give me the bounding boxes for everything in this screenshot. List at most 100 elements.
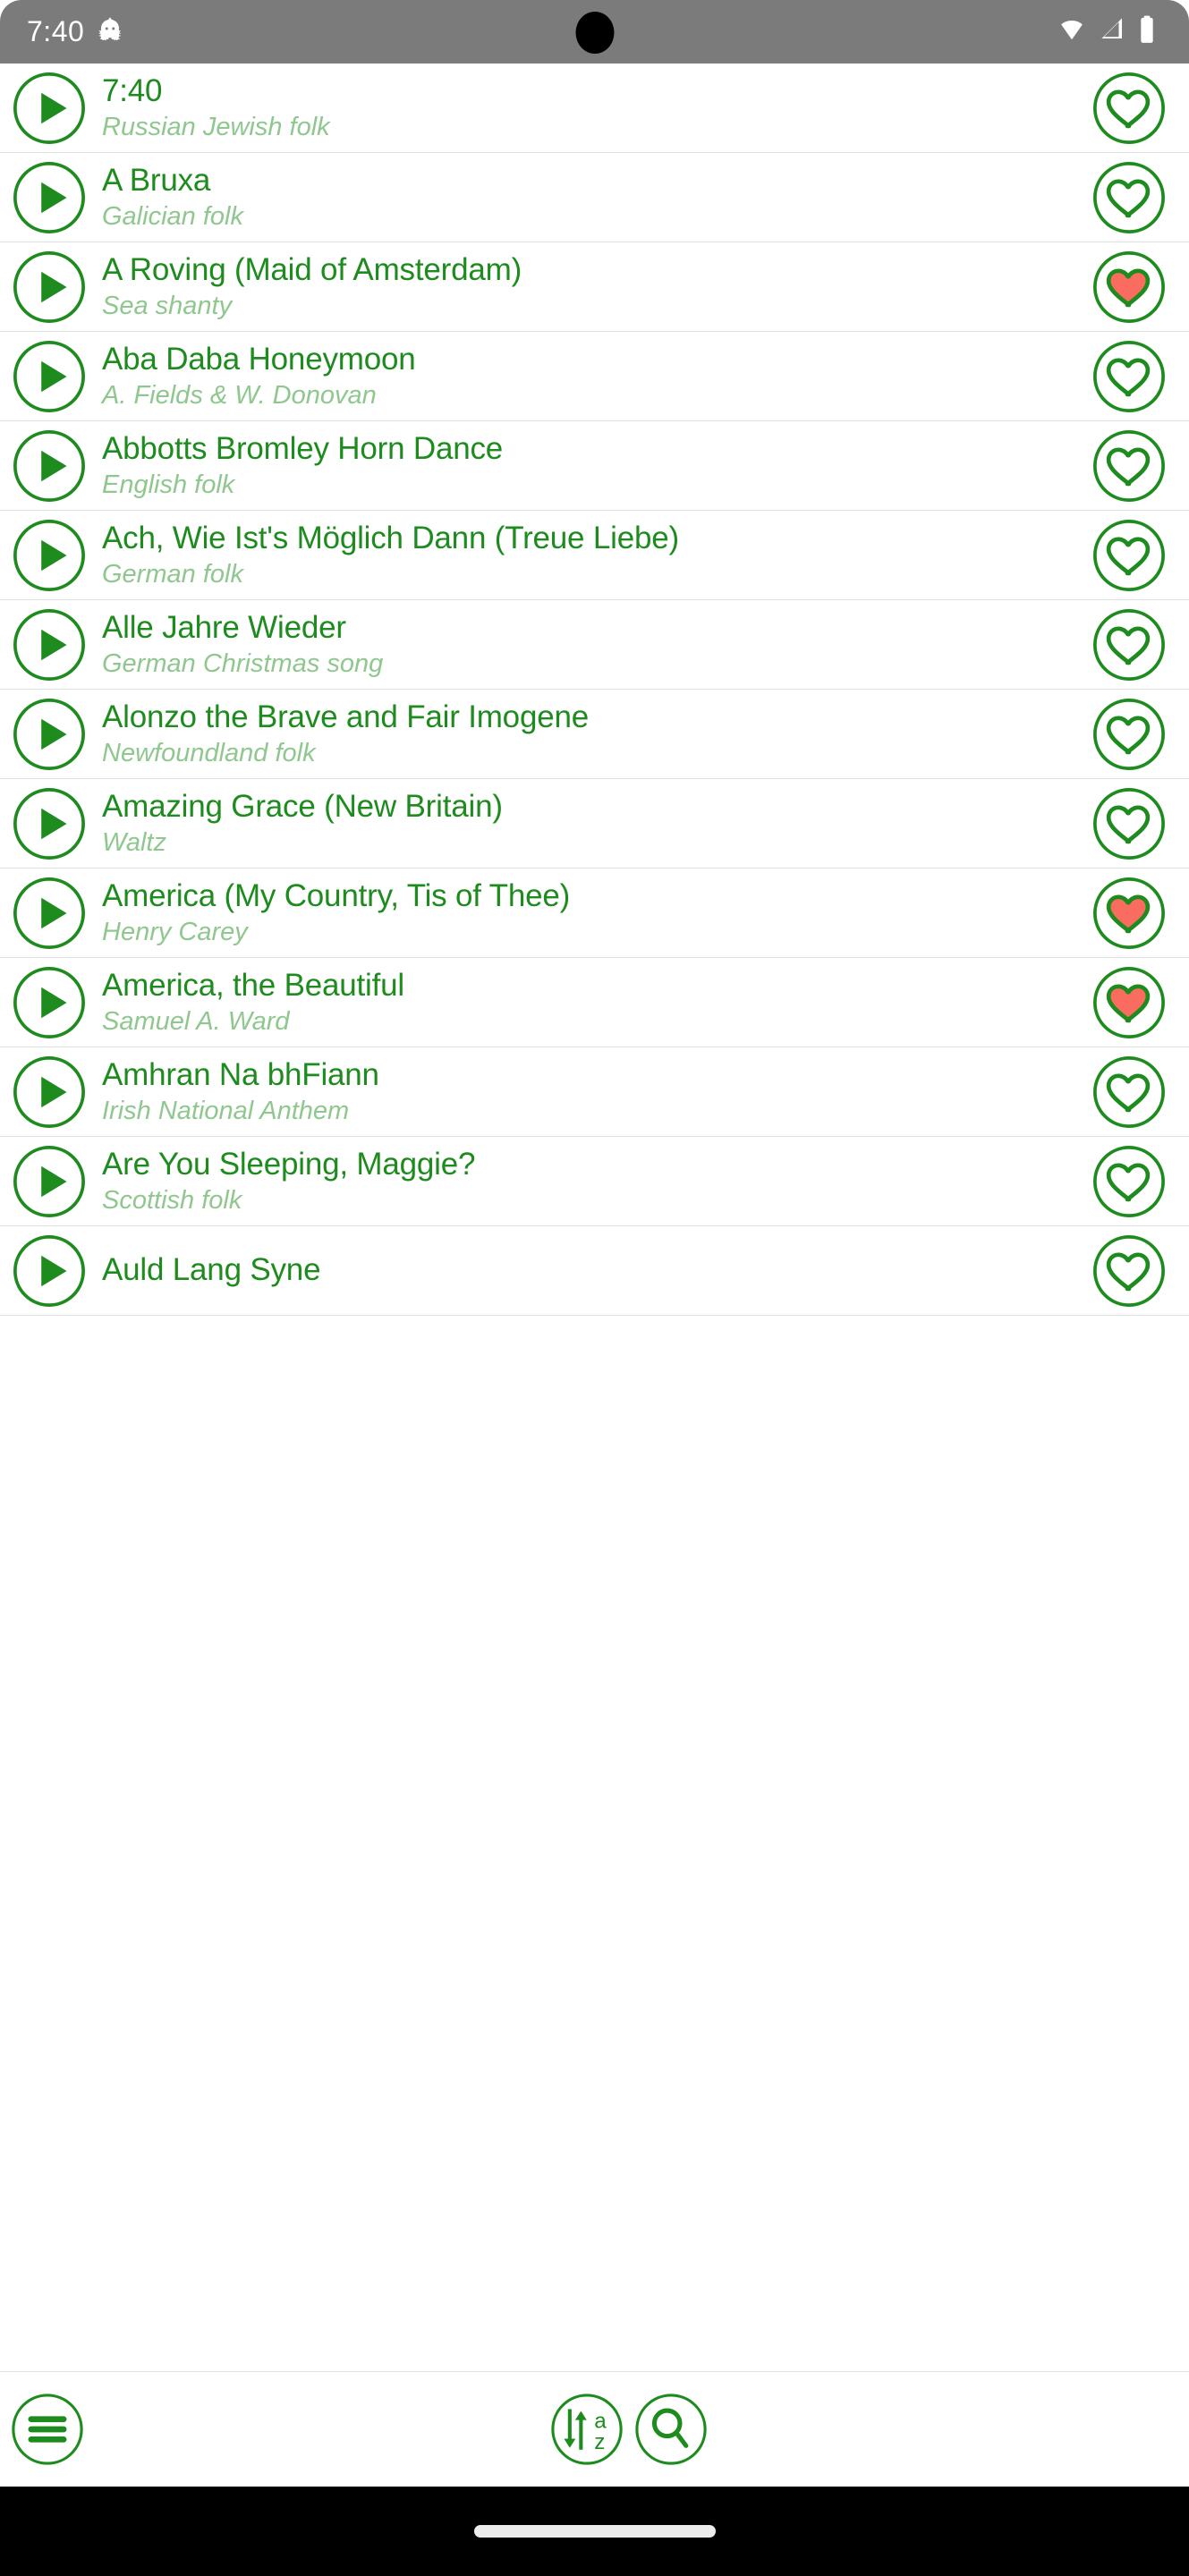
play-button[interactable] bbox=[11, 1143, 88, 1220]
play-icon bbox=[13, 161, 85, 233]
play-icon bbox=[13, 340, 85, 412]
song-title: Amazing Grace (New Britain) bbox=[102, 788, 503, 824]
song-text: Abbotts Bromley Horn Dance English folk bbox=[88, 431, 1091, 501]
play-button[interactable] bbox=[11, 338, 88, 415]
song-row[interactable]: Abbotts Bromley Horn Dance English folk bbox=[0, 421, 1189, 511]
play-icon bbox=[13, 72, 85, 144]
song-subtitle: Waltz bbox=[102, 827, 166, 857]
song-row[interactable]: Alonzo the Brave and Fair Imogene Newfoun… bbox=[0, 690, 1189, 779]
battery-icon bbox=[1139, 15, 1155, 48]
heart-outline-icon bbox=[1093, 1055, 1165, 1128]
wifi-icon bbox=[1057, 16, 1087, 47]
song-text: Auld Lang Syne bbox=[88, 1252, 1091, 1289]
song-text: America, the Beautiful Samuel A. Ward bbox=[88, 968, 1091, 1038]
sort-letter-z: z bbox=[594, 2430, 605, 2454]
song-subtitle: Russian Jewish folk bbox=[102, 112, 330, 141]
song-text: Amhran Na bhFiann Irish National Anthem bbox=[88, 1057, 1091, 1127]
song-row[interactable]: 7:40 Russian Jewish folk bbox=[0, 64, 1189, 153]
heart-outline-icon bbox=[1093, 698, 1165, 770]
hamburger-menu-icon bbox=[28, 2416, 67, 2443]
play-button[interactable] bbox=[11, 785, 88, 862]
song-text: A Bruxa Galician folk bbox=[88, 163, 1091, 233]
song-title: A Bruxa bbox=[102, 162, 211, 198]
search-button[interactable] bbox=[633, 2391, 709, 2468]
favorite-button[interactable] bbox=[1091, 338, 1168, 415]
sort-az-icon bbox=[563, 2409, 587, 2450]
heart-outline-icon bbox=[1093, 787, 1165, 860]
song-row[interactable]: Auld Lang Syne bbox=[0, 1226, 1189, 1316]
sort-button[interactable]: a z bbox=[548, 2391, 625, 2468]
favorite-button[interactable] bbox=[1091, 159, 1168, 236]
song-subtitle: Samuel A. Ward bbox=[102, 1006, 290, 1036]
song-list[interactable]: 7:40 Russian Jewish folk A Bruxa Galician f… bbox=[0, 64, 1189, 2371]
play-icon bbox=[13, 787, 85, 860]
favorite-button[interactable] bbox=[1091, 606, 1168, 683]
play-icon bbox=[13, 1234, 85, 1307]
heart-outline-icon bbox=[1093, 161, 1165, 233]
favorite-button[interactable] bbox=[1091, 1233, 1168, 1309]
play-button[interactable] bbox=[11, 428, 88, 504]
favorite-button[interactable] bbox=[1091, 70, 1168, 147]
song-title: A Roving (Maid of Amsterdam) bbox=[102, 251, 522, 287]
song-text: Alonzo the Brave and Fair Imogene Newfoun… bbox=[88, 699, 1091, 769]
favorite-button[interactable] bbox=[1091, 428, 1168, 504]
favorite-button[interactable] bbox=[1091, 1143, 1168, 1220]
gesture-navigation-bar bbox=[0, 2487, 1189, 2576]
play-button[interactable] bbox=[11, 1054, 88, 1131]
play-button[interactable] bbox=[11, 696, 88, 773]
song-row[interactable]: A Roving (Maid of Amsterdam) Sea shanty bbox=[0, 242, 1189, 332]
heart-filled-icon bbox=[1093, 966, 1165, 1038]
song-subtitle: A. Fields & W. Donovan bbox=[102, 380, 377, 410]
song-title: Alonzo the Brave and Fair Imogene bbox=[102, 699, 590, 734]
play-button[interactable] bbox=[11, 964, 88, 1041]
favorite-button[interactable] bbox=[1091, 785, 1168, 862]
heart-outline-icon bbox=[1093, 608, 1165, 681]
song-text: 7:40 Russian Jewish folk bbox=[88, 73, 1091, 143]
song-row[interactable]: A Bruxa Galician folk bbox=[0, 153, 1189, 242]
heart-outline-icon bbox=[1093, 1234, 1165, 1307]
play-button[interactable] bbox=[11, 606, 88, 683]
play-icon bbox=[13, 698, 85, 770]
song-subtitle: English folk bbox=[102, 470, 235, 499]
favorite-button[interactable] bbox=[1091, 517, 1168, 594]
play-button[interactable] bbox=[11, 1233, 88, 1309]
play-button[interactable] bbox=[11, 875, 88, 952]
song-row[interactable]: Amhran Na bhFiann Irish National Anthem bbox=[0, 1047, 1189, 1137]
play-icon bbox=[13, 608, 85, 681]
song-subtitle: German Christmas song bbox=[102, 648, 384, 678]
favorite-button-active[interactable] bbox=[1091, 964, 1168, 1041]
heart-outline-icon bbox=[1093, 72, 1165, 144]
signal-icon bbox=[1100, 16, 1126, 47]
song-subtitle: Galician folk bbox=[102, 201, 243, 231]
menu-button-wrap bbox=[0, 2391, 86, 2468]
song-text: Are You Sleeping, Maggie? Scottish folk bbox=[88, 1147, 1091, 1216]
song-subtitle: Newfoundland folk bbox=[102, 738, 316, 767]
heart-filled-icon bbox=[1093, 877, 1165, 949]
gesture-pill[interactable] bbox=[473, 2525, 716, 2538]
play-button[interactable] bbox=[11, 249, 88, 326]
song-row[interactable]: Amazing Grace (New Britain) Waltz bbox=[0, 779, 1189, 869]
favorite-button[interactable] bbox=[1091, 1054, 1168, 1131]
song-row[interactable]: Aba Daba Honeymoon A. Fields & W. Donovan bbox=[0, 332, 1189, 421]
song-title: Amhran Na bhFiann bbox=[102, 1056, 379, 1092]
song-title: Abbotts Bromley Horn Dance bbox=[102, 430, 504, 466]
song-row[interactable]: America, the Beautiful Samuel A. Ward bbox=[0, 958, 1189, 1047]
status-bar-clock: 7:40 bbox=[27, 15, 85, 47]
bottom-navigation-bar: a z bbox=[0, 2371, 1189, 2487]
play-button[interactable] bbox=[11, 517, 88, 594]
heart-outline-icon bbox=[1093, 340, 1165, 412]
song-row[interactable]: America (My Country, Tis of Thee) Henry C… bbox=[0, 869, 1189, 958]
song-row[interactable]: Ach, Wie Ist's Möglich Dann (Treue Liebe… bbox=[0, 511, 1189, 600]
favorite-button[interactable] bbox=[1091, 696, 1168, 773]
menu-button[interactable] bbox=[9, 2391, 86, 2468]
favorite-button-active[interactable] bbox=[1091, 875, 1168, 952]
song-row[interactable]: Alle Jahre Wieder German Christmas song bbox=[0, 600, 1189, 690]
play-button[interactable] bbox=[11, 70, 88, 147]
play-icon bbox=[13, 1055, 85, 1128]
song-row[interactable]: Are You Sleeping, Maggie? Scottish folk bbox=[0, 1137, 1189, 1226]
song-text: Amazing Grace (New Britain) Waltz bbox=[88, 789, 1091, 859]
play-button[interactable] bbox=[11, 159, 88, 236]
heart-filled-icon bbox=[1093, 250, 1165, 323]
favorite-button-active[interactable] bbox=[1091, 249, 1168, 326]
heart-outline-icon bbox=[1093, 429, 1165, 502]
